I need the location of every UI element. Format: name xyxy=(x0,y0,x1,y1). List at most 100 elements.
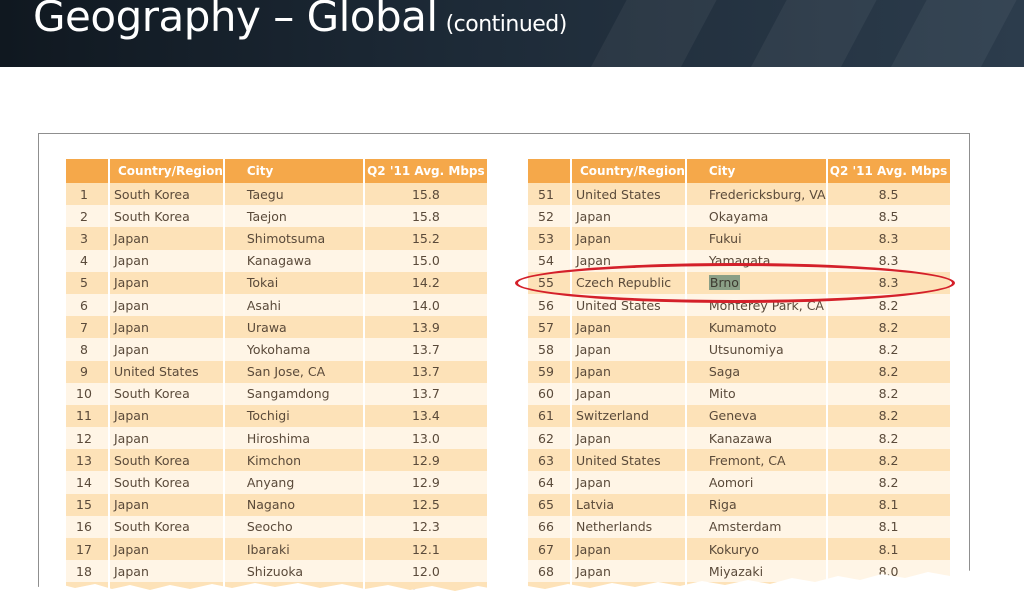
table-header-row: Country/Region City Q2 '11 Avg. Mbps xyxy=(528,159,950,183)
table-row: 61 Switzerland Geneva 8.2 xyxy=(528,404,950,428)
table-header-row: Country/Region City Q2 '11 Avg. Mbps xyxy=(66,159,487,183)
rank-cell: 53 xyxy=(528,227,572,250)
country-cell: Japan xyxy=(572,205,687,228)
table-row: 1 South Korea Taegu 15.8 xyxy=(66,183,487,206)
speed-cell: 12.9 xyxy=(364,449,487,472)
rank-cell: 57 xyxy=(528,316,572,339)
country-cell: United States xyxy=(110,360,225,383)
country-cell: United States xyxy=(572,183,687,206)
speed-cell: 14.2 xyxy=(364,271,487,294)
speed-cell: 15.8 xyxy=(364,205,487,228)
rank-cell: 54 xyxy=(528,249,572,272)
city-cell: Hiroshima xyxy=(224,427,365,450)
title-subtitle: (continued) xyxy=(445,12,568,37)
city-cell: Seocho xyxy=(224,515,365,538)
speed-cell: 15.0 xyxy=(364,249,487,272)
speed-cell: 8.1 xyxy=(827,493,950,516)
country-cell: Latvia xyxy=(572,493,687,516)
rank-cell: 60 xyxy=(528,382,572,405)
city-cell: Kimchon xyxy=(224,449,365,472)
country-cell: South Korea xyxy=(110,183,225,206)
city-cell: Shimotsuma xyxy=(224,227,365,250)
city-cell: Amsterdam xyxy=(686,515,828,538)
city-cell: Saga xyxy=(686,360,828,383)
column-header-rank xyxy=(528,159,572,183)
speed-cell: 8.2 xyxy=(827,360,950,383)
speed-cell: 13.4 xyxy=(364,404,487,428)
city-cell: Yokohama xyxy=(224,338,365,361)
country-cell: Japan xyxy=(110,338,225,361)
table-row: 14 South Korea Anyang 12.9 xyxy=(66,471,487,494)
country-cell: Netherlands xyxy=(572,515,687,538)
country-cell: Japan xyxy=(572,471,687,494)
table-row: 5 Japan Tokai 14.2 xyxy=(66,271,487,294)
rank-cell: 66 xyxy=(528,515,572,538)
speed-cell: 8.2 xyxy=(827,382,950,405)
city-cell: Utsunomiya xyxy=(686,338,828,361)
table-row: 7 Japan Urawa 13.9 xyxy=(66,316,487,339)
city-cell: Sangamdong xyxy=(224,382,365,405)
rank-cell: 64 xyxy=(528,471,572,494)
city-cell: Kumamoto xyxy=(686,316,828,339)
speed-cell: 8.5 xyxy=(827,205,950,228)
country-cell: Japan xyxy=(110,427,225,450)
table-row: 10 South Korea Sangamdong 13.7 xyxy=(66,382,487,405)
city-cell: Fredericksburg, VA xyxy=(686,183,828,206)
table-row: 12 Japan Hiroshima 13.0 xyxy=(66,427,487,450)
country-cell: Japan xyxy=(110,249,225,272)
table-row: 62 Japan Kanazawa 8.2 xyxy=(528,427,950,450)
speed-cell: 15.8 xyxy=(364,183,487,206)
city-cell: Nagano xyxy=(224,493,365,516)
column-header-country: Country/Region xyxy=(572,159,687,183)
table-row: 13 South Korea Kimchon 12.9 xyxy=(66,449,487,472)
table-row: 3 Japan Shimotsuma 15.2 xyxy=(66,227,487,250)
country-cell: Japan xyxy=(110,404,225,428)
country-cell: Japan xyxy=(110,316,225,339)
rank-cell: 59 xyxy=(528,360,572,383)
city-cell: Urawa xyxy=(224,316,365,339)
city-cell: Geneva xyxy=(686,404,828,428)
city-cell: Kanagawa xyxy=(224,249,365,272)
banner-stripe xyxy=(562,0,728,67)
country-cell: Japan xyxy=(110,227,225,250)
table-row: 65 Latvia Riga 8.1 xyxy=(528,493,950,516)
table-row: 64 Japan Aomori 8.2 xyxy=(528,471,950,494)
city-cell: Tokai xyxy=(224,271,365,294)
rank-cell: 13 xyxy=(66,449,110,472)
rank-cell: 6 xyxy=(66,293,110,317)
ranking-table-right: Country/Region City Q2 '11 Avg. Mbps 51 U… xyxy=(528,159,950,601)
city-cell: San Jose, CA xyxy=(224,360,365,383)
speed-cell: 13.9 xyxy=(364,316,487,339)
city-cell: Anyang xyxy=(224,471,365,494)
table-panel: Country/Region City Q2 '11 Avg. Mbps 1 So… xyxy=(38,133,970,601)
rank-cell: 65 xyxy=(528,493,572,516)
speed-cell: 15.2 xyxy=(364,227,487,250)
country-cell: Japan xyxy=(110,271,225,294)
rank-cell: 7 xyxy=(66,316,110,339)
rank-cell: 3 xyxy=(66,227,110,250)
rank-cell: 51 xyxy=(528,183,572,206)
rank-cell: 61 xyxy=(528,404,572,428)
speed-cell: 13.7 xyxy=(364,338,487,361)
table-row: 2 South Korea Taejon 15.8 xyxy=(66,205,487,228)
rank-cell: 12 xyxy=(66,427,110,450)
country-cell: Japan xyxy=(572,382,687,405)
speed-cell: 12.5 xyxy=(364,493,487,516)
title-main: Geography – Global xyxy=(33,0,438,41)
rank-cell: 10 xyxy=(66,382,110,405)
country-cell: Japan xyxy=(572,360,687,383)
speed-cell: 12.3 xyxy=(364,515,487,538)
ranking-table-left: Country/Region City Q2 '11 Avg. Mbps 1 So… xyxy=(66,159,487,601)
country-cell: Japan xyxy=(572,427,687,450)
speed-cell: 13.7 xyxy=(364,382,487,405)
speed-cell: 8.3 xyxy=(827,227,950,250)
page-title: Geography – Global (continued) xyxy=(33,0,567,41)
table-row: 51 United States Fredericksburg, VA 8.5 xyxy=(528,183,950,206)
city-cell: Okayama xyxy=(686,205,828,228)
speed-cell: 8.2 xyxy=(827,449,950,472)
rank-cell: 1 xyxy=(66,183,110,206)
city-cell: Taegu xyxy=(224,183,365,206)
country-cell: Switzerland xyxy=(572,404,687,428)
speed-cell: 8.2 xyxy=(827,404,950,428)
table-row: 58 Japan Utsunomiya 8.2 xyxy=(528,338,950,361)
